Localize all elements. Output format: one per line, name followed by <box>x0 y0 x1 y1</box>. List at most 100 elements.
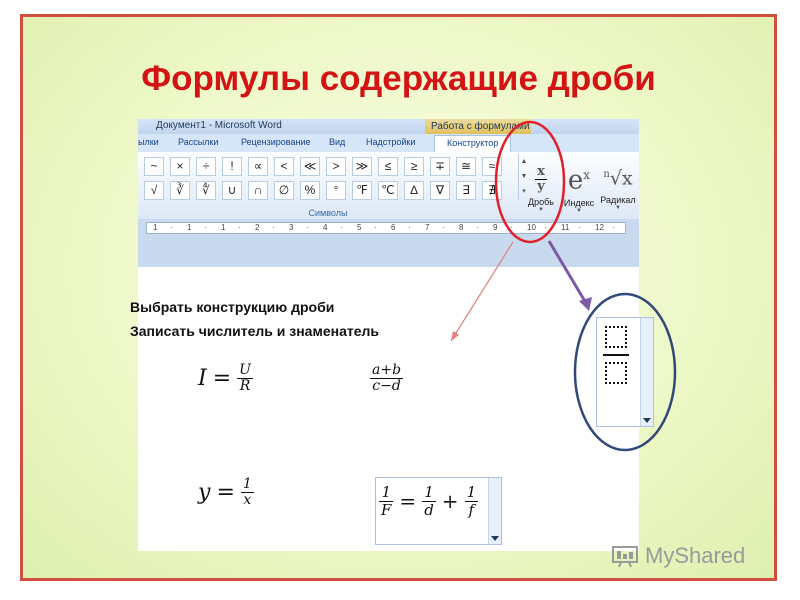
row2-symbol-button[interactable]: % <box>300 181 320 200</box>
ruler-mark: 7 <box>425 223 430 232</box>
ruler-mark: · <box>544 223 547 232</box>
slide-title: Формулы содержащие дроби <box>141 59 656 98</box>
ruler-mark: · <box>374 223 377 232</box>
window-title: Документ1 - Microsoft Word <box>156 120 282 131</box>
ruler-mark: 8 <box>459 223 464 232</box>
ruler-mark: · <box>306 223 309 232</box>
ruler-mark: · <box>340 223 343 232</box>
row1-symbol-button[interactable]: × <box>170 157 190 176</box>
ruler-mark: · <box>578 223 581 232</box>
row1-symbol-button[interactable]: ≥ <box>404 157 424 176</box>
ruler-mark: 10 <box>527 223 536 232</box>
formula-sum-over-difference[interactable]: a+b c−d <box>370 362 404 395</box>
context-tab-label: Работа с формулами <box>425 119 531 134</box>
tab-references[interactable]: ылки <box>138 137 159 147</box>
tab-design[interactable]: Конструктор <box>434 135 512 152</box>
ruler-mark: 1 <box>153 223 158 232</box>
chevron-down-icon: ▼ <box>538 206 544 213</box>
ruler-mark: 2 <box>255 223 260 232</box>
row2-symbol-button[interactable]: ℉ <box>352 181 372 200</box>
fraction-gallery-popup[interactable] <box>596 317 654 427</box>
formula-lens: 1F = 1d + 1f <box>379 483 479 519</box>
fraction-x-over-y-icon: x y <box>535 164 547 195</box>
tab-review[interactable]: Рецензирование <box>241 137 311 147</box>
watermark: MyShared <box>611 543 745 569</box>
ruler-mark: · <box>204 223 207 232</box>
nth-root-x-icon: n√x <box>603 167 633 190</box>
symbols-group-label: Символы <box>308 208 348 218</box>
ruler-mark: · <box>442 223 445 232</box>
myshared-logo-icon <box>612 546 638 567</box>
chevron-down-icon: ▼ <box>615 205 621 212</box>
watermark-text: MyShared <box>645 543 746 568</box>
row1-symbol-button[interactable]: < <box>274 157 294 176</box>
row2-symbol-button[interactable]: ℃ <box>378 181 398 200</box>
ribbon-tabs: ылки Рассылки Рецензирование Вид Надстро… <box>138 134 639 152</box>
radical-button[interactable]: n√x Радикал ▼ <box>598 160 638 211</box>
ruler-mark: 3 <box>289 223 294 232</box>
tab-view[interactable]: Вид <box>329 137 345 147</box>
row1-symbol-button[interactable]: ≅ <box>456 157 476 176</box>
ruler-strip[interactable]: 1 · 1 · 1 · 2 · 3 · 4 · 5 · 6 · 7 · 8 · 9 · 10 · 11 · 12 · <box>146 222 626 234</box>
fraction-bar <box>603 354 629 356</box>
ruler-mark: · <box>612 223 615 232</box>
slide-frame: Формулы содержащие дроби Документ1 - Mic… <box>20 14 777 581</box>
row2-symbol-button[interactable]: ∅ <box>274 181 294 200</box>
fraction-button[interactable]: x y Дробь ▼ <box>524 160 558 213</box>
ruler-mark: · <box>238 223 241 232</box>
e-superscript-x-icon: ex <box>567 165 591 196</box>
ruler-mark: 6 <box>391 223 396 232</box>
script-button[interactable]: ex Индекс ▼ <box>562 160 596 214</box>
ruler-mark: · <box>510 223 513 232</box>
row2-symbol-button[interactable]: √ <box>144 181 164 200</box>
lens-formula-box[interactable]: 1F = 1d + 1f <box>375 477 502 545</box>
word-screenshot: Документ1 - Microsoft Word Работа с форм… <box>130 119 639 551</box>
row2-symbol-button[interactable]: ∃ <box>456 181 476 200</box>
gallery-scroll[interactable] <box>640 318 653 426</box>
instruction-line-1: Выбрать конструкцию дроби <box>130 299 335 315</box>
ruler-mark: · <box>272 223 275 232</box>
ruler-mark: 1 <box>187 223 192 232</box>
row1-symbol-button[interactable]: ∝ <box>248 157 268 176</box>
row1-symbol-button[interactable]: ! <box>222 157 242 176</box>
row1-symbol-button[interactable]: ∓ <box>430 157 450 176</box>
row1-symbol-button[interactable]: ≈ <box>482 157 502 176</box>
ruler-mark: 12 <box>595 223 604 232</box>
row1-symbol-button[interactable]: ~ <box>144 157 164 176</box>
row1-symbol-button[interactable]: ÷ <box>196 157 216 176</box>
row2-symbol-button[interactable]: ∩ <box>248 181 268 200</box>
window-titlebar: Документ1 - Microsoft Word Работа с форм… <box>138 119 639 134</box>
chevron-down-icon <box>643 418 651 423</box>
row2-symbol-button[interactable]: ∇ <box>430 181 450 200</box>
row2-symbol-button[interactable]: ° <box>326 181 346 200</box>
row2-symbol-button[interactable]: ∜ <box>196 181 216 200</box>
ruler-mark: · <box>170 223 173 232</box>
row1-symbol-button[interactable]: ≪ <box>300 157 320 176</box>
ruler-mark: · <box>408 223 411 232</box>
tab-mailings[interactable]: Рассылки <box>178 137 218 147</box>
instruction-line-2: Записать числитель и знаменатель <box>130 323 379 339</box>
formula-reciprocal[interactable]: y = 1x <box>198 476 254 509</box>
ruler-mark: 1 <box>221 223 226 232</box>
ruler-mark: 5 <box>357 223 362 232</box>
row1-symbol-button[interactable]: ≫ <box>352 157 372 176</box>
document-body[interactable]: Выбрать конструкцию дроби Записать числи… <box>130 267 639 551</box>
row2-symbol-button[interactable]: ∛ <box>170 181 190 200</box>
chevron-down-icon: ▼ <box>576 207 582 214</box>
denominator-placeholder[interactable] <box>605 362 627 384</box>
tab-addins[interactable]: Надстройки <box>366 137 415 147</box>
row2-symbol-button[interactable]: ∆ <box>404 181 424 200</box>
ribbon-panel: ~ × ÷! ∝ < ≪ > ≫ ≤ ≥ ∓ ≅ ≈ √ ∛ ∜ ∪ ∩ ∅% ° ℉ ℃ ∆ ∇ ∃ ∄ ▲ ▼ ▾ Симв… <box>138 152 639 220</box>
ruler-mark: 4 <box>323 223 328 232</box>
ruler-mark: 11 <box>561 223 570 232</box>
equation-options-scroll[interactable] <box>488 478 501 544</box>
ruler-mark: · <box>476 223 479 232</box>
row1-symbol-button[interactable]: > <box>326 157 346 176</box>
numerator-placeholder[interactable] <box>605 326 627 348</box>
row1-symbol-button[interactable]: ≤ <box>378 157 398 176</box>
formula-ohm[interactable]: I = UR <box>198 362 253 395</box>
chevron-down-icon <box>491 536 499 541</box>
row2-symbol-button[interactable]: ∪ <box>222 181 242 200</box>
row2-symbol-button[interactable]: ∄ <box>482 181 502 200</box>
ruler-mark: 9 <box>493 223 498 232</box>
